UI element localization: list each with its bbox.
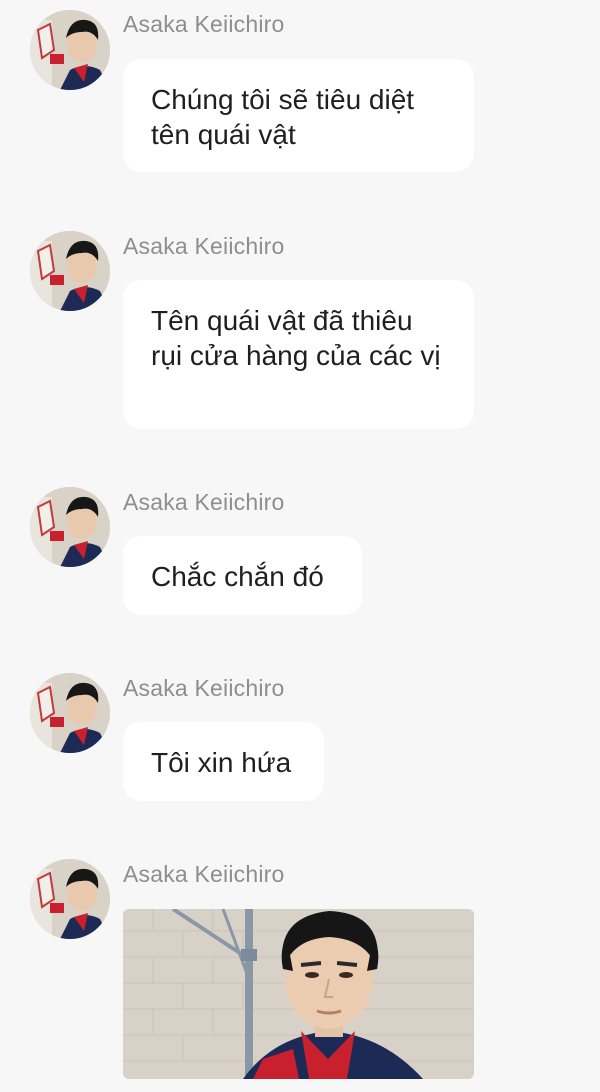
sender-name: Asaka Keiichiro [123, 233, 285, 259]
avatar[interactable] [30, 859, 110, 939]
sender-name: Asaka Keiichiro [123, 861, 285, 887]
message-bubble[interactable]: Tên quái vật đã thiêu rụi cửa hàng của c… [123, 280, 474, 429]
avatar[interactable] [30, 10, 110, 90]
avatar[interactable] [30, 673, 110, 753]
sender-name: Asaka Keiichiro [123, 11, 285, 37]
sender-name: Asaka Keiichiro [123, 675, 285, 701]
sender-name: Asaka Keiichiro [123, 489, 285, 515]
avatar[interactable] [30, 487, 110, 567]
message-image[interactable] [123, 909, 474, 1079]
chat-thread: Asaka Keiichiro Chúng tôi sẽ tiêu diệt t… [0, 0, 600, 1092]
message-bubble[interactable]: Tôi xin hứa [123, 722, 324, 801]
message-bubble[interactable]: Chắc chắn đó [123, 536, 362, 615]
message-bubble[interactable]: Chúng tôi sẽ tiêu diệt tên quái vật [123, 59, 474, 172]
avatar[interactable] [30, 231, 110, 311]
